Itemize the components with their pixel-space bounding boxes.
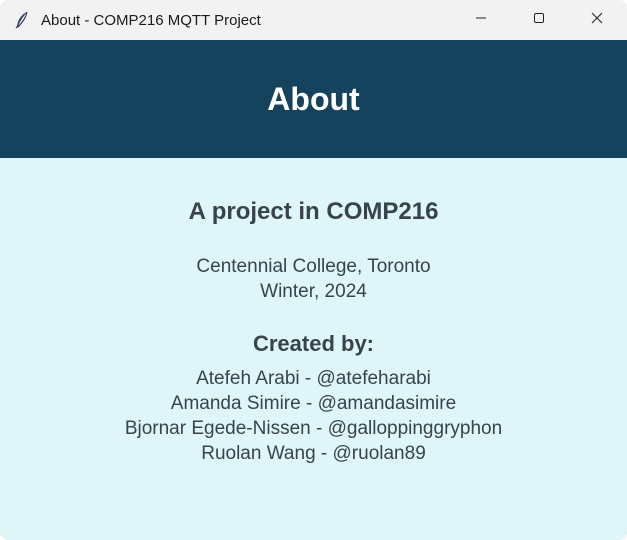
author-item: Bjornar Egede-Nissen - @galloppinggrypho… [124, 418, 503, 439]
window-title: About - COMP216 MQTT Project [41, 11, 261, 29]
page-title: About [267, 80, 360, 117]
author-item: Ruolan Wang - @ruolan89 [201, 443, 426, 464]
author-item: Atefeh Arabi - @atefeharabi [196, 368, 431, 389]
close-icon [591, 11, 603, 29]
term-text: Winter, 2024 [260, 281, 367, 302]
created-by-heading: Created by: [252, 331, 375, 356]
minimize-icon [475, 11, 487, 29]
title-bar[interactable]: About - COMP216 MQTT Project [0, 0, 627, 40]
maximize-icon [533, 11, 545, 29]
author-item: Amanda Simire - @amandasimire [170, 393, 457, 414]
maximize-button[interactable] [510, 0, 568, 40]
about-content: A project in COMP216 Centennial College,… [0, 158, 627, 540]
about-window: About - COMP216 MQTT Project About A pro… [0, 0, 627, 540]
about-header: About [0, 40, 627, 158]
project-title: A project in COMP216 [188, 198, 439, 225]
college-text: Centennial College, Toronto [196, 256, 431, 277]
close-button[interactable] [568, 0, 626, 40]
feather-icon [13, 11, 31, 29]
minimize-button[interactable] [452, 0, 510, 40]
